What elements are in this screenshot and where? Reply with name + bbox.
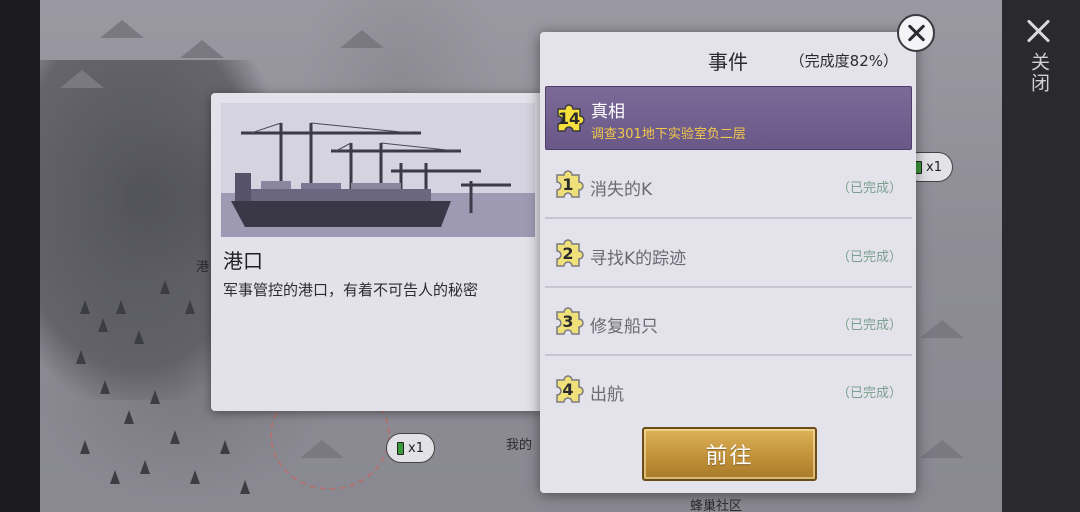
event-number: 14 [557,108,581,128]
map-tree [185,300,195,314]
map-tree [124,410,134,424]
map-mountain [60,70,104,88]
puzzle-icon: 4 [551,372,585,406]
map-badge-count: x1 [926,159,942,175]
event-item[interactable]: 3 修复船只 （已完成） [545,290,912,356]
event-number: 2 [562,243,574,263]
map-label-home[interactable]: 我的 [506,434,532,453]
map-tree [100,380,110,394]
event-number: 3 [562,311,574,331]
map-mountain [340,30,384,48]
event-name: 消失的K [590,180,653,200]
event-number: 4 [562,379,574,399]
map-tree [80,440,90,454]
map-tree [150,390,160,404]
close-icon [906,23,926,43]
map-resource-badge[interactable]: x1 [386,433,435,463]
event-item[interactable]: 1 消失的K （已完成） [545,153,912,219]
map-tree [80,300,90,314]
event-name: 寻找K的踪迹 [590,249,687,269]
event-name: 修复船只 [590,317,658,337]
map-tree [140,460,150,474]
battery-icon [397,441,404,455]
map-tree [160,280,170,294]
panel-close-button[interactable] [897,14,935,52]
map-tree [98,318,108,332]
event-subtitle: 调查301地下实验室负二层 [591,127,746,142]
map-mountain [920,320,964,338]
map-tree [134,330,144,344]
harbor-image [221,103,535,237]
divider [545,354,912,356]
map-label-hive-community[interactable]: 蜂巢社区 [690,495,742,512]
map-tree [240,480,250,494]
close-icon[interactable] [1024,16,1054,46]
event-name: 出航 [590,385,624,405]
close-label[interactable]: 关闭 [1028,52,1053,94]
event-status: （已完成） [836,386,902,401]
event-number: 1 [562,174,574,194]
event-status: （已完成） [836,318,902,333]
map-mountain [920,440,964,458]
map-badge-count: x1 [408,440,424,456]
battery-icon [915,160,922,174]
map-mountain [180,40,224,58]
map-tree [76,350,86,364]
event-status: （已完成） [836,250,902,265]
location-title: 港口 [223,249,263,273]
map-tree [190,470,200,484]
event-name: 真相 [591,102,625,122]
map-tree [220,440,230,454]
divider [545,217,912,219]
map-tree [110,470,120,484]
puzzle-icon: 1 [551,167,585,201]
divider [545,286,912,288]
puzzle-icon: 3 [551,304,585,338]
location-description: 军事管控的港口，有着不可告人的秘密 [223,281,479,299]
map-label-harbor[interactable]: 港 [196,256,209,275]
events-progress: （完成度82%） [789,52,898,70]
event-item[interactable]: 4 出航 （已完成） [545,358,912,422]
map-tree [170,430,180,444]
location-card: 港口 军事管控的港口，有着不可告人的秘密 [211,93,543,411]
harbor-cranes-image [221,103,535,237]
puzzle-icon: 2 [551,236,585,270]
puzzle-icon: 14 [552,101,586,135]
go-button[interactable]: 前往 [642,427,817,481]
event-status: （已完成） [836,181,902,196]
event-item[interactable]: 14 真相 调查301地下实验室负二层 [545,86,912,150]
event-item[interactable]: 2 寻找K的踪迹 （已完成） [545,222,912,288]
map-tree [116,300,126,314]
map-mountain [100,20,144,38]
